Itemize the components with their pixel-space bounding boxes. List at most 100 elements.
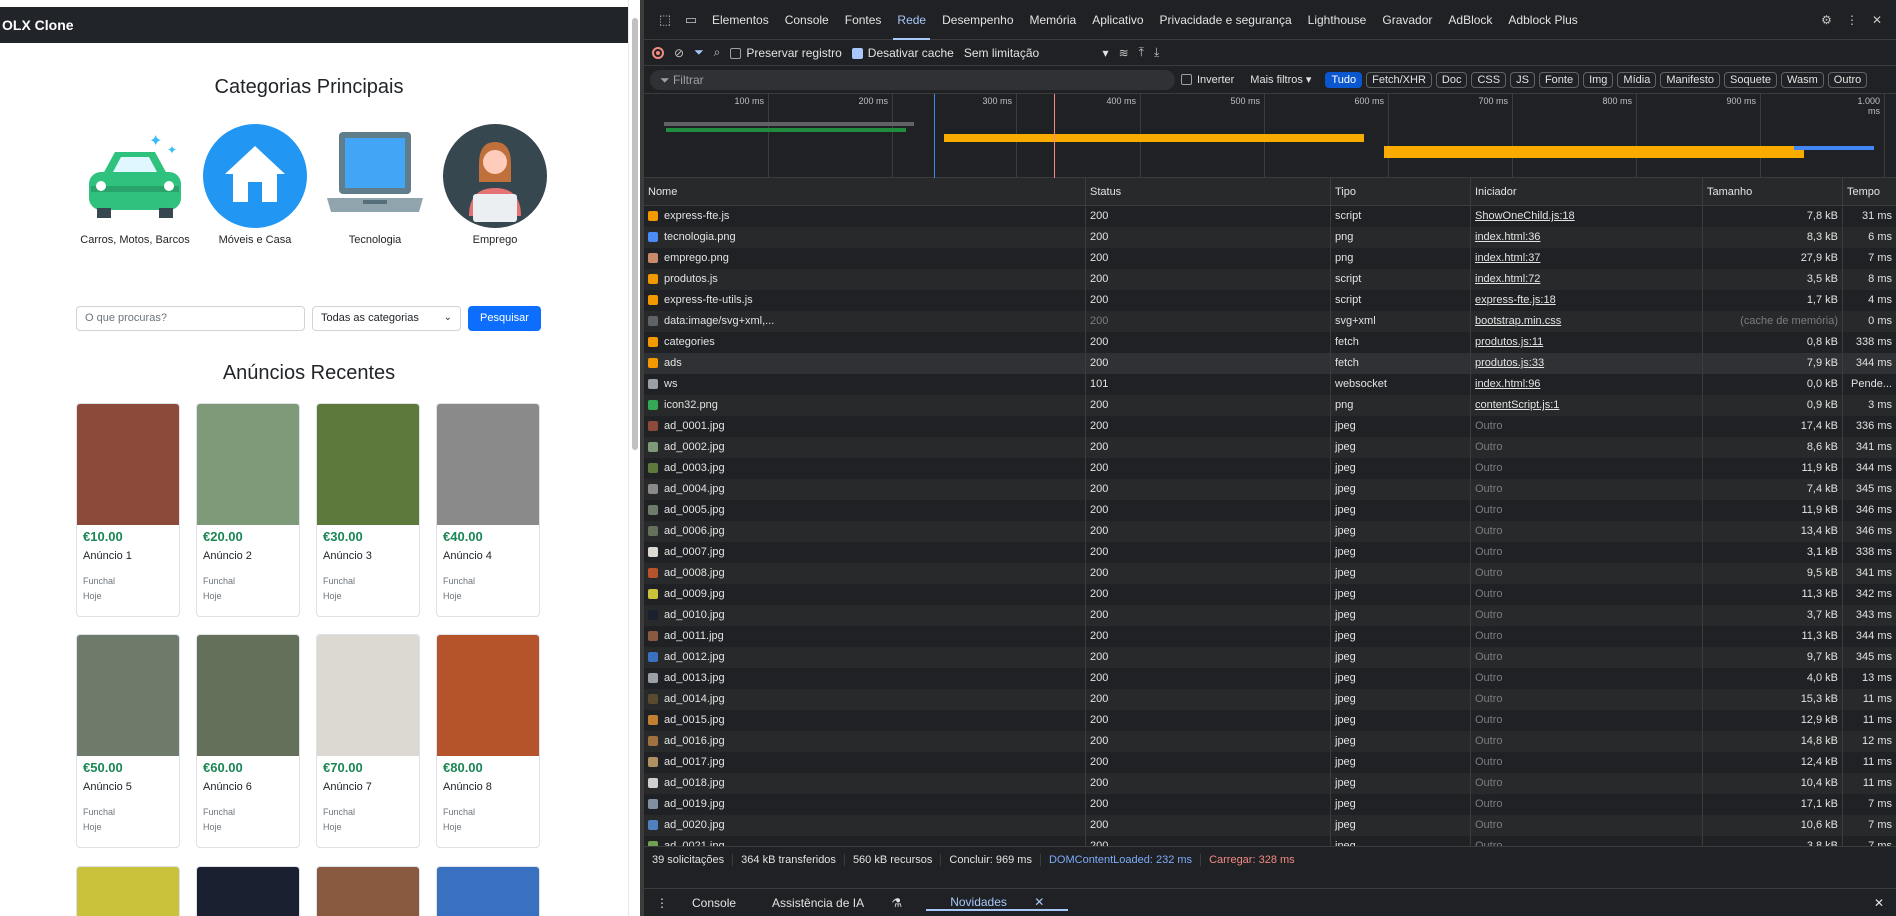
category-cars[interactable]: ✦ ✦ Carros, Motos, Barcos — [75, 124, 195, 248]
ad-image[interactable] — [437, 404, 539, 525]
request-row[interactable]: ad_0013.jpg 200 jpeg Outro 4,0 kB 13 ms — [644, 668, 1896, 689]
timeline-overview[interactable]: 100 ms 200 ms 300 ms 400 ms 500 ms 600 ms 700 … — [644, 94, 1896, 178]
request-name-cell[interactable]: ad_0015.jpg — [644, 710, 1086, 731]
category-jobs[interactable]: Emprego — [435, 124, 555, 248]
clear-icon[interactable]: ⊘ — [674, 46, 684, 60]
preserve-log-checkbox[interactable]: Preservar registro — [730, 46, 842, 60]
filter-icon[interactable]: ⏷ — [694, 45, 704, 60]
ad-image[interactable] — [437, 635, 539, 756]
ad-image[interactable] — [317, 404, 419, 525]
close-icon[interactable]: ✕ — [1022, 895, 1056, 909]
devtools-tab[interactable]: Desempenho — [934, 0, 1021, 40]
request-name-cell[interactable]: ad_0002.jpg — [644, 437, 1086, 458]
import-har-icon[interactable]: ⤒ — [1139, 45, 1144, 60]
request-row[interactable]: tecnologia.png 200 png index.html:36 8,3… — [644, 227, 1896, 248]
navbar-brand[interactable]: OLX Clone — [0, 7, 628, 43]
request-initiator[interactable]: index.html:96 — [1475, 378, 1540, 390]
ad-title[interactable]: Anúncio 5 — [83, 781, 179, 793]
request-row[interactable]: ad_0008.jpg 200 jpeg Outro 9,5 kB 341 ms — [644, 563, 1896, 584]
request-name-cell[interactable]: ad_0017.jpg — [644, 752, 1086, 773]
filter-input[interactable]: ⏷ Filtrar — [650, 69, 1175, 90]
inspect-icon[interactable]: ⬚ — [652, 12, 678, 28]
request-initiator[interactable]: index.html:72 — [1475, 273, 1540, 285]
request-name-cell[interactable]: ad_0010.jpg — [644, 605, 1086, 626]
devtools-tab[interactable]: Fontes — [837, 0, 890, 40]
request-name-cell[interactable]: express-fte.js — [644, 206, 1086, 227]
filter-chip[interactable]: Tudo — [1325, 71, 1363, 88]
request-name-cell[interactable]: ws — [644, 374, 1086, 395]
request-row[interactable]: data:image/svg+xml,... 200 svg+xml boots… — [644, 311, 1896, 332]
ad-title[interactable]: Anúncio 4 — [443, 550, 539, 562]
request-initiator[interactable]: ShowOneChild.js:18 — [1475, 210, 1575, 222]
request-row[interactable]: produtos.js 200 script index.html:72 3,5… — [644, 269, 1896, 290]
record-icon[interactable] — [652, 46, 664, 59]
request-row[interactable]: emprego.png 200 png index.html:37 27,9 k… — [644, 248, 1896, 269]
col-type[interactable]: Tipo — [1331, 178, 1471, 205]
request-row[interactable]: ad_0007.jpg 200 jpeg Outro 3,1 kB 338 ms — [644, 542, 1896, 563]
ad-image[interactable] — [197, 635, 299, 756]
devtools-tab[interactable]: Elementos — [704, 0, 777, 40]
devtools-tab[interactable]: Gravador — [1374, 0, 1440, 40]
request-name-cell[interactable]: express-fte-utils.js — [644, 290, 1086, 311]
ad-title[interactable]: Anúncio 8 — [443, 781, 539, 793]
request-name-cell[interactable]: ad_0011.jpg — [644, 626, 1086, 647]
request-name-cell[interactable]: icon32.png — [644, 395, 1086, 416]
ad-card[interactable]: €50.00 Anúncio 5 Funchal Hoje — [76, 634, 180, 848]
request-initiator[interactable]: bootstrap.min.css — [1475, 315, 1561, 327]
devtools-tab[interactable]: AdBlock — [1440, 0, 1500, 40]
gear-icon[interactable]: ⚙ — [1821, 13, 1832, 27]
request-row[interactable]: ad_0002.jpg 200 jpeg Outro 8,6 kB 341 ms — [644, 437, 1896, 458]
ad-card[interactable]: €80.00 Anúncio 8 Funchal Hoje — [436, 634, 540, 848]
filter-chip[interactable]: Mídia — [1617, 71, 1657, 88]
request-row[interactable]: ad_0017.jpg 200 jpeg Outro 12,4 kB 11 ms — [644, 752, 1896, 773]
ad-title[interactable]: Anúncio 6 — [203, 781, 299, 793]
ad-card[interactable]: €70.00 Anúncio 7 Funchal Hoje — [316, 634, 420, 848]
request-name-cell[interactable]: produtos.js — [644, 269, 1086, 290]
filter-chip[interactable]: Soquete — [1724, 71, 1778, 88]
request-initiator[interactable]: express-fte.js:18 — [1475, 294, 1556, 306]
ad-image[interactable] — [77, 635, 179, 756]
col-time[interactable]: Tempo — [1843, 178, 1896, 205]
request-row[interactable]: ad_0004.jpg 200 jpeg Outro 7,4 kB 345 ms — [644, 479, 1896, 500]
request-name-cell[interactable]: ad_0004.jpg — [644, 479, 1086, 500]
request-name-cell[interactable]: ads — [644, 353, 1086, 374]
request-name-cell[interactable]: ad_0006.jpg — [644, 521, 1086, 542]
request-name-cell[interactable]: ad_0007.jpg — [644, 542, 1086, 563]
drawer-menu-icon[interactable]: ⋮ — [644, 896, 680, 910]
devtools-tab[interactable]: Memória — [1022, 0, 1085, 40]
col-initiator[interactable]: Iniciador — [1471, 178, 1703, 205]
ad-image[interactable] — [197, 404, 299, 525]
devtools-tab[interactable]: Privacidade e segurança — [1152, 0, 1300, 40]
request-row[interactable]: ad_0021.jpg 200 jpeg Outro 3,8 kB 7 ms — [644, 836, 1896, 846]
request-row[interactable]: ad_0018.jpg 200 jpeg Outro 10,4 kB 11 ms — [644, 773, 1896, 794]
request-row[interactable]: ws 101 websocket index.html:96 0,0 kB Pe… — [644, 374, 1896, 395]
request-name-cell[interactable]: ad_0005.jpg — [644, 500, 1086, 521]
request-row[interactable]: icon32.png 200 png contentScript.js:1 0,… — [644, 395, 1896, 416]
col-status[interactable]: Status — [1086, 178, 1331, 205]
request-name-cell[interactable]: data:image/svg+xml,... — [644, 311, 1086, 332]
request-name-cell[interactable]: ad_0008.jpg — [644, 563, 1086, 584]
devtools-tab[interactable]: Lighthouse — [1300, 0, 1375, 40]
filter-chip[interactable]: Wasm — [1781, 71, 1824, 88]
request-row[interactable]: ad_0019.jpg 200 jpeg Outro 17,1 kB 7 ms — [644, 794, 1896, 815]
request-name-cell[interactable]: categories — [644, 332, 1086, 353]
ad-image[interactable] — [77, 404, 179, 525]
devtools-tab[interactable]: Console — [777, 0, 837, 40]
request-row[interactable]: ad_0011.jpg 200 jpeg Outro 11,3 kB 344 m… — [644, 626, 1896, 647]
ad-image[interactable] — [317, 635, 419, 756]
export-har-icon[interactable]: ⤓ — [1154, 45, 1159, 60]
filter-chip[interactable]: Fonte — [1538, 71, 1580, 88]
ad-card[interactable]: €60.00 Anúncio 6 Funchal Hoje — [196, 634, 300, 848]
network-conditions-icon[interactable]: ≋ — [1119, 46, 1129, 60]
category-tech[interactable]: Tecnologia — [315, 124, 435, 248]
drawer-tab-console[interactable]: Console — [680, 896, 748, 910]
search-input[interactable]: O que procuras? — [76, 306, 305, 331]
filter-chip[interactable]: JS — [1510, 71, 1535, 88]
ad-title[interactable]: Anúncio 7 — [323, 781, 419, 793]
ad-image[interactable] — [436, 866, 540, 916]
drawer-tab-whatsnew[interactable]: Novidades ✕ — [926, 895, 1069, 911]
devtools-tab[interactable]: Rede — [889, 0, 934, 40]
request-name-cell[interactable]: ad_0014.jpg — [644, 689, 1086, 710]
request-initiator[interactable]: index.html:36 — [1475, 231, 1540, 243]
request-row[interactable]: ad_0020.jpg 200 jpeg Outro 10,6 kB 7 ms — [644, 815, 1896, 836]
